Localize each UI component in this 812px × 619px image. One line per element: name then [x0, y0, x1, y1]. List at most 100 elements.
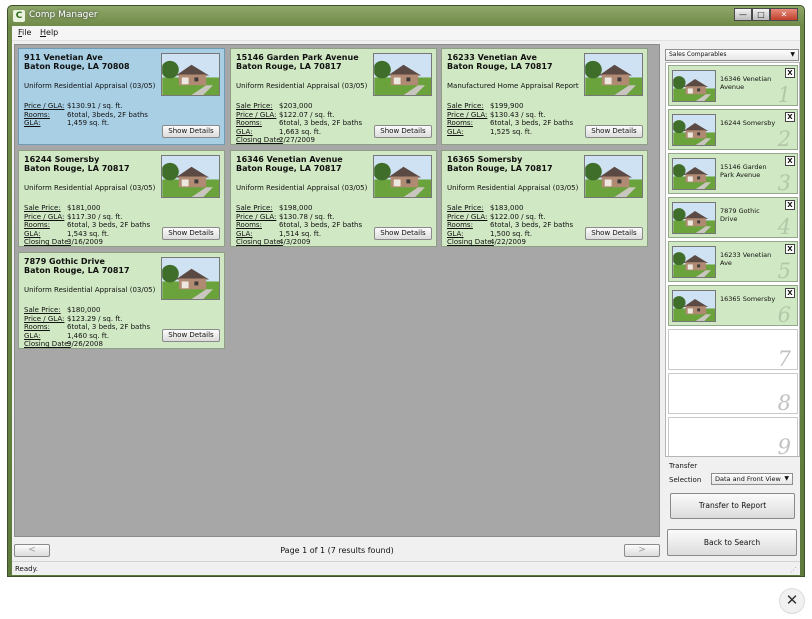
house-photo — [584, 155, 643, 198]
house-photo — [672, 246, 716, 278]
remove-slot-button[interactable]: X — [785, 112, 795, 122]
overlay-close-button[interactable]: ✕ — [779, 588, 805, 614]
resize-grip-icon[interactable]: ⋰ — [790, 566, 798, 574]
menu-file[interactable]: File — [18, 28, 31, 37]
slot-address: 7879 Gothic Drive — [720, 207, 760, 223]
slot-number: 8 — [777, 391, 791, 415]
slot-number: 3 — [777, 171, 791, 195]
maximize-button[interactable]: □ — [752, 8, 770, 21]
address-line2: Baton Rouge, LA 70808 — [24, 62, 130, 71]
next-page-button[interactable]: > — [624, 544, 660, 557]
comparable-slot[interactable]: 15146 Garden Park Avenue X 3 — [668, 153, 798, 195]
comp-card[interactable]: 16365 Somersby Baton Rouge, LA 70817 Unifo… — [441, 150, 648, 247]
status-text: Ready. — [15, 565, 38, 573]
fact-row-sale-price: Sale Price: $183,000 — [447, 204, 573, 213]
fact-value: 6total, 3 beds, 2F baths — [279, 119, 363, 127]
fact-value: 2/27/2009 — [279, 136, 315, 144]
house-photo-image — [673, 203, 716, 234]
fact-value: 4/22/2009 — [490, 238, 526, 246]
comparable-slot[interactable]: 16233 Venetian Ave X 5 — [668, 241, 798, 283]
comp-address: 911 Venetian Ave Baton Rouge, LA 70808 — [24, 53, 130, 71]
house-photo-image — [162, 156, 220, 198]
slot-number: 6 — [777, 303, 791, 327]
fact-row-price-gla: Price / GLA: $122.07 / sq. ft. — [236, 111, 362, 120]
selection-dropdown[interactable]: Data and Front View ▼ — [711, 473, 793, 485]
show-details-button[interactable]: Show Details — [374, 227, 432, 240]
chevron-down-icon: ▼ — [790, 51, 795, 58]
fact-key: Rooms: — [236, 221, 262, 229]
comparable-slot[interactable]: 8 — [668, 373, 798, 415]
show-details-button[interactable]: Show Details — [162, 227, 220, 240]
address-line1: 15146 Garden Park Avenue — [236, 53, 359, 62]
appraisal-type: Uniform Residential Appraisal (03/05) — [24, 286, 156, 294]
minimize-button[interactable]: — — [734, 8, 752, 21]
fact-value: $198,000 — [279, 204, 313, 212]
appraisal-type: Uniform Residential Appraisal (03/05) — [24, 184, 156, 192]
house-photo — [672, 114, 716, 146]
results-grid: 911 Venetian Ave Baton Rouge, LA 70808 Uni… — [14, 44, 660, 537]
comp-card[interactable]: 15146 Garden Park Avenue Baton Rouge, LA … — [230, 48, 437, 145]
comparable-slot[interactable]: 16365 Somersby X 6 — [668, 285, 798, 327]
house-photo-image — [162, 54, 220, 96]
fact-value: $199,900 — [490, 102, 524, 110]
show-details-button[interactable]: Show Details — [374, 125, 432, 138]
comparable-slot[interactable]: 16244 Somersby X 2 — [668, 109, 798, 151]
app-window: C Comp Manager — □ ✕ File Help 911 Venet… — [7, 5, 805, 577]
fact-key: Price / GLA: — [24, 212, 65, 221]
fact-value: 1,514 sq. ft. — [279, 229, 322, 238]
house-photo-image — [374, 54, 432, 96]
comparable-slot[interactable]: 7879 Gothic Drive X 4 — [668, 197, 798, 239]
remove-slot-button[interactable]: X — [785, 156, 795, 166]
remove-slot-button[interactable]: X — [785, 200, 795, 210]
fact-row-gla: GLA: 1,525 sq. ft. — [447, 128, 573, 137]
comparable-slot[interactable]: 9 — [668, 417, 798, 456]
comparable-slot[interactable]: 16346 Venetian Avenue X 1 — [668, 65, 798, 107]
comp-card[interactable]: 16244 Somersby Baton Rouge, LA 70817 Unifo… — [18, 150, 225, 247]
show-details-button[interactable]: Show Details — [585, 227, 643, 240]
show-details-button[interactable]: Show Details — [585, 125, 643, 138]
appraisal-type: Uniform Residential Appraisal (03/05) — [24, 82, 156, 90]
remove-slot-button[interactable]: X — [785, 244, 795, 254]
fact-row-sale-price: Sale Price: $181,000 — [24, 204, 150, 213]
house-photo — [161, 53, 220, 96]
fact-row-gla: GLA: 1,663 sq. ft. — [236, 128, 362, 137]
menu-file-label: ile — [22, 28, 32, 37]
transfer-label: Transfer — [669, 462, 698, 470]
address-line2: Baton Rouge, LA 70817 — [236, 62, 342, 71]
comparable-slot[interactable]: 7 — [668, 329, 798, 371]
title-bar[interactable]: C Comp Manager — □ ✕ — [8, 6, 804, 26]
show-details-button[interactable]: Show Details — [162, 125, 220, 138]
fact-row-rooms: Rooms: 6total, 3 beds, 2F baths — [236, 119, 362, 128]
address-line1: 911 Venetian Ave — [24, 53, 103, 62]
menu-help[interactable]: Help — [40, 28, 58, 37]
transfer-to-report-button[interactable]: Transfer to Report — [670, 493, 795, 519]
comp-address: 16244 Somersby Baton Rouge, LA 70817 — [24, 155, 130, 173]
fact-row-rooms: Rooms: 6total, 3 beds, 2F baths — [447, 221, 573, 230]
fact-value: $181,000 — [67, 204, 101, 212]
slot-address: 15146 Garden Park Avenue — [720, 163, 767, 179]
address-line2: Baton Rouge, LA 70817 — [24, 164, 130, 173]
remove-slot-button[interactable]: X — [785, 68, 795, 78]
comp-address: 15146 Garden Park Avenue Baton Rouge, LA … — [236, 53, 359, 71]
comp-card[interactable]: 7879 Gothic Drive Baton Rouge, LA 70817 Un… — [18, 252, 225, 349]
comp-card[interactable]: 16346 Venetian Avenue Baton Rouge, LA 708… — [230, 150, 437, 247]
house-photo-image — [673, 291, 716, 322]
comp-address: 16233 Venetian Ave Baton Rouge, LA 70817 — [447, 53, 553, 71]
back-to-search-button[interactable]: Back to Search — [667, 529, 797, 556]
fact-value: $123.29 / sq. ft. — [67, 314, 123, 323]
address-line1: 16346 Venetian Avenue — [236, 155, 343, 164]
fact-row-sale-price: Sale Price: $180,000 — [24, 306, 150, 315]
close-button[interactable]: ✕ — [770, 8, 798, 21]
remove-slot-button[interactable]: X — [785, 288, 795, 298]
comp-card[interactable]: 16233 Venetian Ave Baton Rouge, LA 70817 M… — [441, 48, 648, 145]
house-photo — [373, 53, 432, 96]
house-photo — [672, 202, 716, 234]
fact-value: $130.78 / sq. ft. — [279, 212, 335, 221]
comparables-type-select[interactable]: Sales Comparables ▼ — [665, 49, 799, 61]
fact-value: 6total, 3 beds, 2F baths — [279, 221, 363, 229]
slot-address: 16346 Venetian Avenue — [720, 75, 772, 91]
house-photo — [584, 53, 643, 96]
show-details-button[interactable]: Show Details — [162, 329, 220, 342]
fact-row-sale-price: Sale Price: $198,000 — [236, 204, 362, 213]
comp-card[interactable]: 911 Venetian Ave Baton Rouge, LA 70808 Uni… — [18, 48, 225, 145]
